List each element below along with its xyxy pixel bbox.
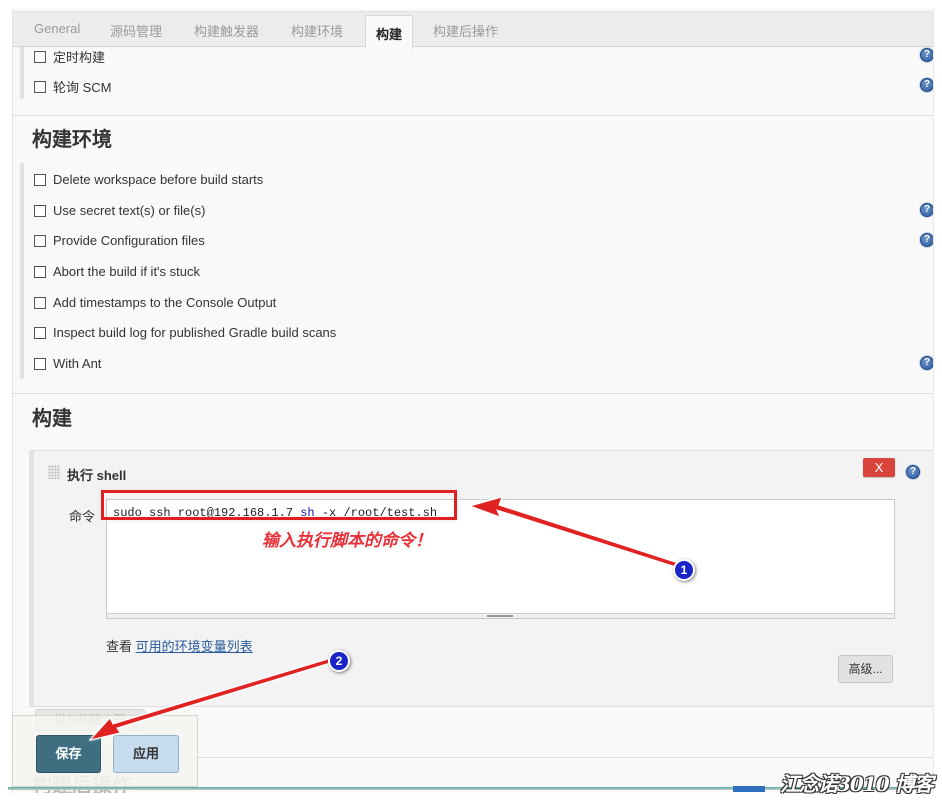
env-vars-prefix: 查看 <box>106 639 133 654</box>
tab-build-triggers[interactable]: 构建触发器 <box>194 21 259 40</box>
tab-post-build[interactable]: 构建后操作 <box>433 21 498 40</box>
checkbox-label: With Ant <box>53 356 102 371</box>
help-icon[interactable]: ? <box>920 48 933 62</box>
help-icon[interactable]: ? <box>920 203 933 217</box>
step-badge-1: 1 <box>673 559 695 581</box>
checkbox-label: Add timestamps to the Console Output <box>53 295 277 310</box>
save-button[interactable]: 保存 <box>36 735 101 773</box>
trigger-poll-scm[interactable]: 轮询 SCM <box>34 77 112 96</box>
tab-source-control[interactable]: 源码管理 <box>110 21 162 40</box>
env-gradle-scans[interactable]: Inspect build log for published Gradle b… <box>34 325 336 340</box>
build-step-execute-shell: 执行 shell X 命令 sudo ssh root@192.168.1.7 … <box>29 450 933 706</box>
env-vars-link[interactable]: 可用的环境变量列表 <box>136 639 253 654</box>
watermark: 江念诺3010 博客 <box>780 772 934 796</box>
help-icon[interactable]: ? <box>920 233 933 247</box>
footer-accent <box>733 786 765 792</box>
env-abort-stuck[interactable]: Abort the build if it's stuck <box>34 264 200 279</box>
drag-handle-icon[interactable] <box>48 465 60 479</box>
delete-step-button[interactable]: X <box>863 458 895 477</box>
section-divider <box>29 706 933 707</box>
env-timestamps[interactable]: Add timestamps to the Console Output <box>34 295 276 310</box>
checkbox[interactable] <box>34 173 46 186</box>
checkbox[interactable] <box>34 80 46 93</box>
checkbox-label: 定时构建 <box>53 50 106 65</box>
help-icon[interactable]: ? <box>920 356 933 370</box>
command-label: 命令 <box>69 509 96 524</box>
help-icon[interactable]: ? <box>920 78 933 92</box>
tab-build-environment[interactable]: 构建环境 <box>291 21 343 40</box>
checkbox[interactable] <box>34 50 46 63</box>
step-badge-2: 2 <box>328 650 350 672</box>
section-divider <box>13 393 933 394</box>
annotation-note: 输入执行脚本的命令！ <box>262 531 432 551</box>
checkbox[interactable] <box>34 326 46 339</box>
checkbox-label: Provide Configuration files <box>53 233 205 248</box>
section-divider <box>13 115 933 116</box>
checkbox-label: Inspect build log for published Gradle b… <box>53 325 337 340</box>
apply-button[interactable]: 应用 <box>113 735 179 773</box>
checkbox[interactable] <box>34 296 46 309</box>
annotation-highlight-box <box>101 490 457 520</box>
checkbox[interactable] <box>34 265 46 278</box>
env-secret-text[interactable]: Use secret text(s) or file(s) <box>34 203 205 218</box>
tab-build[interactable]: 构建 <box>365 15 414 49</box>
job-config-page: General 源码管理 构建触发器 构建环境 构建 构建后操作 定时构建 轮询… <box>12 9 934 793</box>
checkbox[interactable] <box>34 204 46 217</box>
section-indent-bar <box>20 163 24 379</box>
env-delete-workspace[interactable]: Delete workspace before build starts <box>34 172 263 187</box>
help-icon[interactable]: ? <box>906 465 920 479</box>
tab-general[interactable]: General <box>34 21 80 36</box>
section-title-build-environment: 构建环境 <box>32 129 112 151</box>
section-title-build: 构建 <box>32 408 72 430</box>
checkbox[interactable] <box>34 357 46 370</box>
checkbox-label: Abort the build if it's stuck <box>53 264 200 279</box>
trigger-periodic-build[interactable]: 定时构建 <box>34 47 105 66</box>
env-config-files[interactable]: Provide Configuration files <box>34 233 205 248</box>
env-with-ant[interactable]: With Ant <box>34 356 101 371</box>
config-tab-bar: General 源码管理 构建触发器 构建环境 构建 构建后操作 <box>13 11 933 49</box>
section-indent-bar <box>20 47 24 99</box>
build-step-title: 执行 shell <box>67 468 127 483</box>
checkbox[interactable] <box>34 234 46 247</box>
env-vars-line: 查看 可用的环境变量列表 <box>106 636 253 655</box>
textarea-resize-handle[interactable] <box>107 613 894 618</box>
checkbox-label: Delete workspace before build starts <box>53 172 264 187</box>
resize-grip-icon <box>487 615 513 617</box>
checkbox-label: 轮询 SCM <box>53 80 112 95</box>
advanced-button[interactable]: 高级... <box>838 655 893 683</box>
checkbox-label: Use secret text(s) or file(s) <box>53 203 206 218</box>
